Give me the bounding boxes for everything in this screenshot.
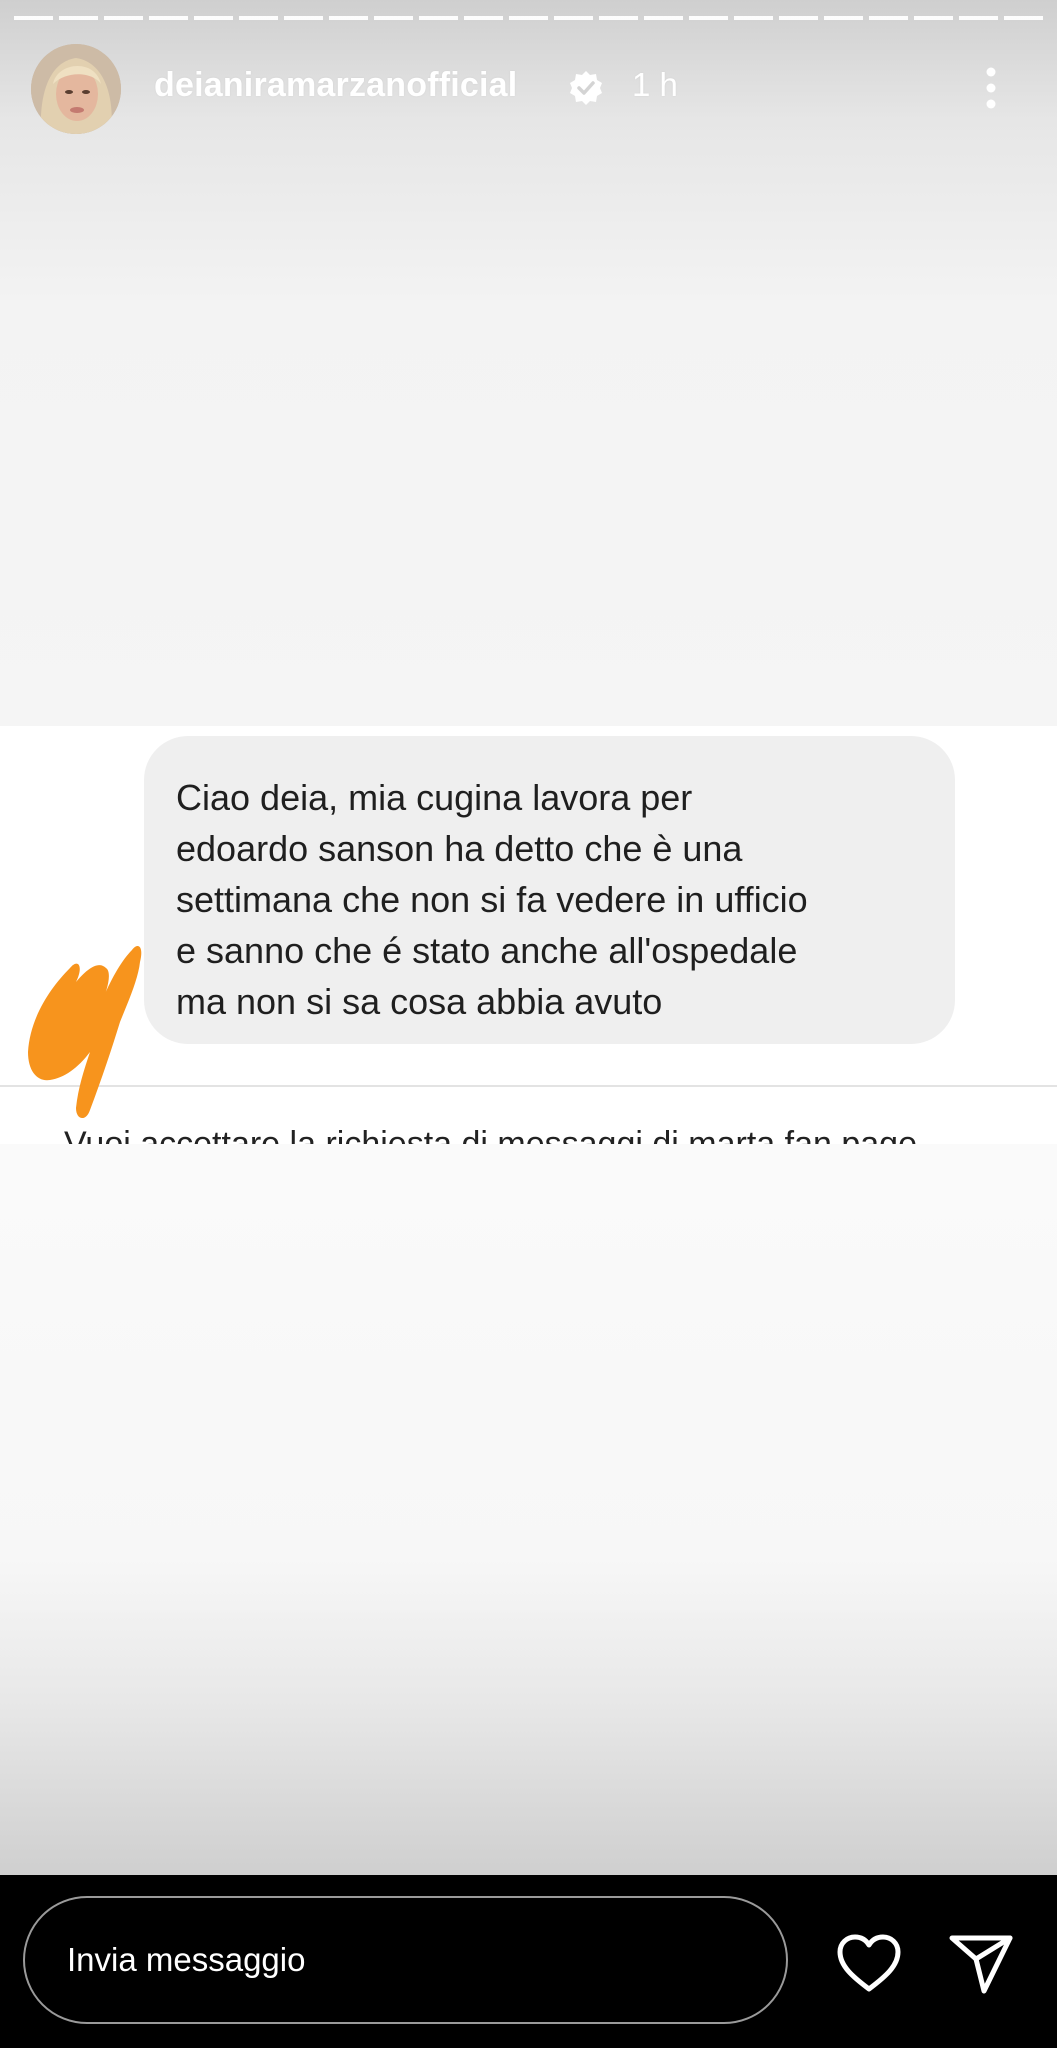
avatar[interactable]	[31, 44, 121, 134]
send-icon[interactable]	[948, 1933, 1014, 1995]
message-line: e sanno che é stato anche all'ospedale	[176, 930, 798, 971]
heart-icon[interactable]	[835, 1933, 903, 1995]
message-line: settimana che non si fa vedere in uffici…	[176, 879, 808, 920]
message-bubble: Ciao deia, mia cugina lavora per edoardo…	[144, 736, 955, 1044]
verified-badge-icon	[570, 71, 602, 105]
message-line: ma non si sa cosa abbia avuto	[176, 981, 663, 1022]
username[interactable]: deianiramarzanofficial	[154, 66, 517, 105]
message-line: edoardo sanson ha detto che è una	[176, 828, 743, 869]
story-header: deianiramarzanofficial 1 h	[0, 44, 1057, 134]
more-options-icon[interactable]	[978, 64, 1004, 112]
story-timestamp: 1 h	[632, 66, 678, 103]
message-line: Ciao deia, mia cugina lavora per	[176, 777, 693, 818]
cropped-request-text: Vuoi accettare la richiesta di messaggi …	[64, 1125, 917, 1144]
send-message-input[interactable]: Invia messaggio	[23, 1896, 788, 2024]
story-content: deianiramarzanofficial 1 h Ciao deia, mi…	[0, 0, 1057, 1875]
reply-bar: Invia messaggio	[0, 1875, 1057, 2048]
orange-scribble-redaction	[28, 946, 142, 1119]
story-progress-bar	[14, 16, 1043, 20]
